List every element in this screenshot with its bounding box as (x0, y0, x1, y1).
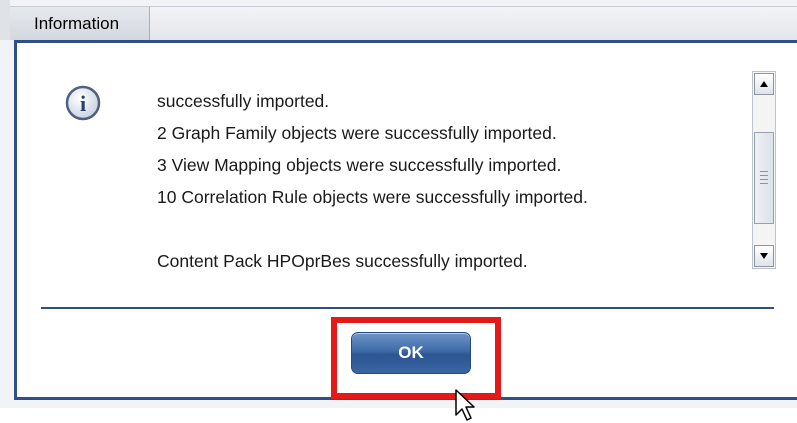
svg-text:i: i (80, 91, 86, 116)
mouse-pointer-icon (455, 389, 475, 421)
scroll-down-button[interactable] (754, 245, 774, 267)
dialog-content-frame: i successfully imported. 2 Graph Family … (14, 40, 797, 421)
button-divider (41, 307, 774, 309)
message-line: 3 View Mapping objects were successfully… (157, 155, 562, 175)
message-line (157, 213, 757, 245)
arrow-up-icon (760, 81, 768, 87)
dialog-title: Information (34, 14, 120, 33)
scrollbar-thumb[interactable] (754, 132, 774, 224)
message-line: 2 Graph Family objects were successfully… (157, 123, 557, 143)
grip-line (760, 183, 768, 184)
information-dialog: Information i successfully imported. 2 G… (0, 0, 797, 421)
message-line: successfully imported. (157, 91, 330, 111)
message-line: Content Pack HPOprBes successfully impor… (157, 251, 528, 271)
ok-button[interactable]: OK (351, 332, 471, 374)
scroll-up-button[interactable] (754, 73, 774, 95)
ok-button-label: OK (398, 343, 424, 362)
arrow-down-icon (760, 253, 768, 259)
title-bar-cap (0, 0, 10, 40)
info-icon: i (65, 85, 101, 121)
title-tab: Information (10, 7, 150, 40)
message-line: 10 Correlation Rule objects were success… (157, 187, 588, 207)
grip-line (760, 171, 768, 172)
message-text: successfully imported. 2 Graph Family ob… (157, 85, 757, 277)
vertical-scrollbar[interactable] (752, 71, 776, 269)
title-bar: Information (10, 6, 797, 40)
grip-line (760, 175, 768, 176)
grip-line (760, 179, 768, 180)
